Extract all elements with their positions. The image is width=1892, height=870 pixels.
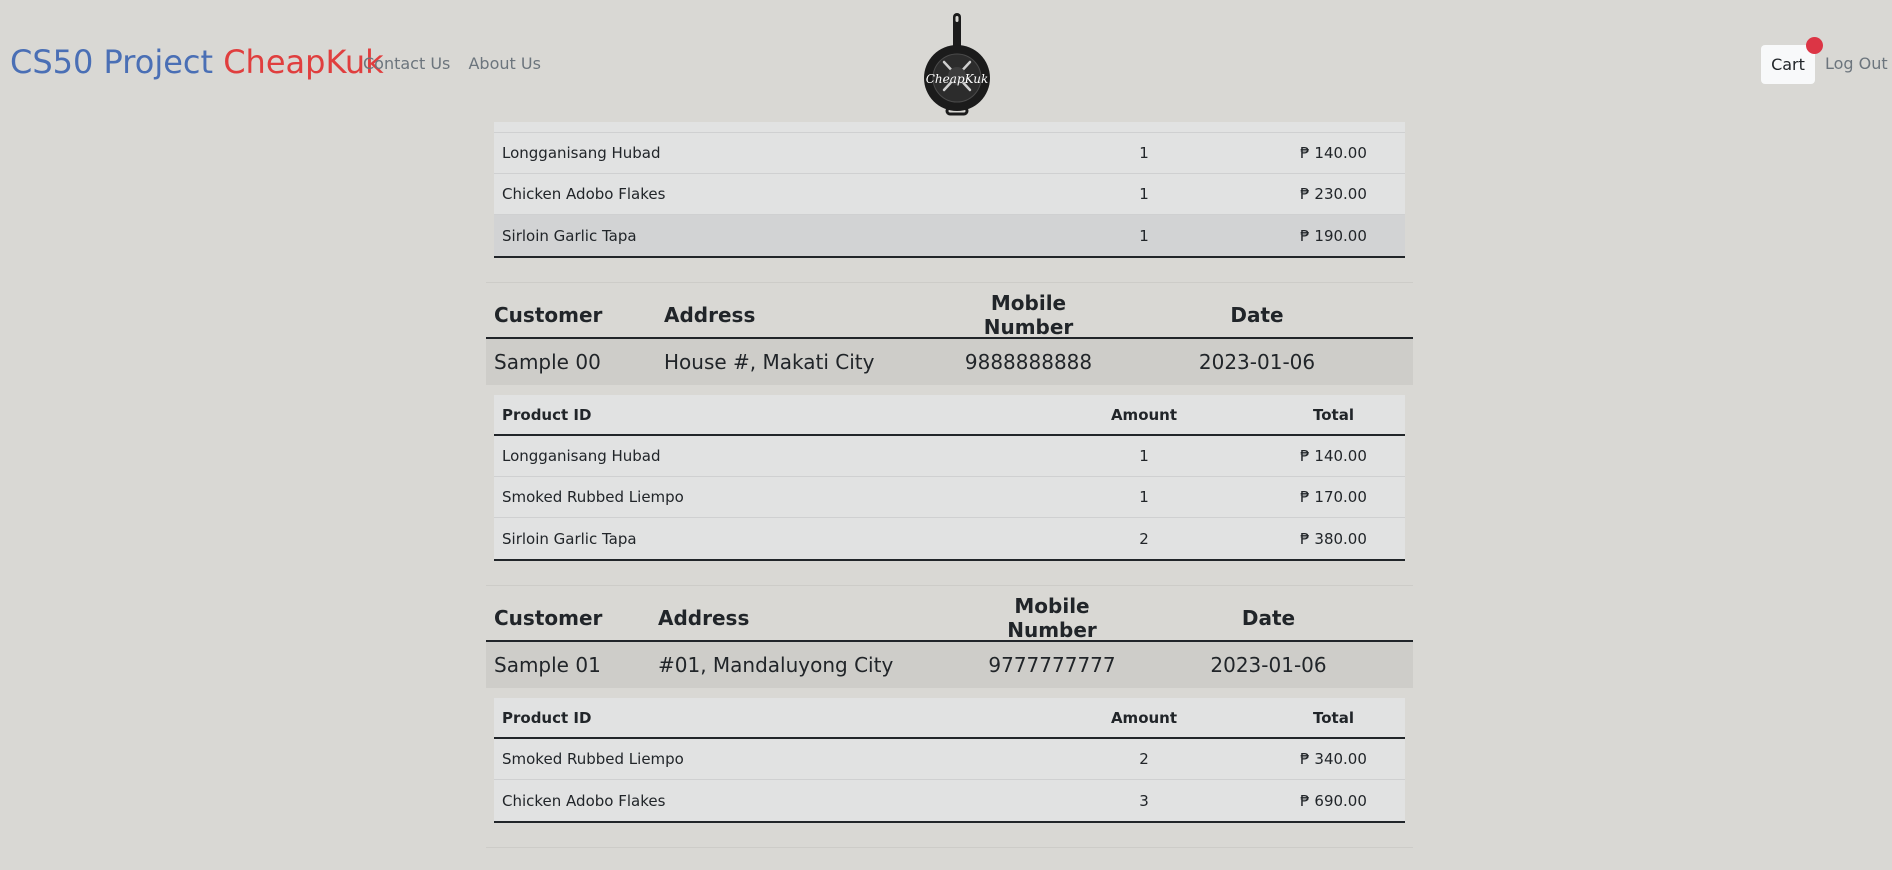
amount-cell: 1 <box>1139 488 1149 506</box>
total-cell: ₱ 140.00 <box>1300 144 1367 162</box>
mobile-cell: 9888888888 <box>964 350 1093 374</box>
mobile-cell: 9777777777 <box>988 653 1116 677</box>
amount-cell: 1 <box>1139 447 1149 465</box>
brand-name: CheapKuk <box>223 43 384 81</box>
total-cell: ₱ 170.00 <box>1300 488 1367 506</box>
table-row: Longganisang Hubad 1 ₱ 140.00 <box>494 133 1405 174</box>
product-cell: Longganisang Hubad <box>502 144 661 162</box>
total-header: Total <box>1313 708 1354 727</box>
address-cell: House #, Makati City <box>664 350 875 374</box>
customer-header: Customer <box>494 606 603 630</box>
amount-header: Amount <box>1110 405 1178 424</box>
table-row-partial <box>494 121 1405 133</box>
date-cell: 2023-01-06 <box>1198 350 1316 374</box>
table-row: Chicken Adobo Flakes 3 ₱ 690.00 <box>494 780 1405 821</box>
date-header: Date <box>1230 303 1284 327</box>
amount-cell: 1 <box>1139 226 1149 245</box>
date-cell: 2023-01-06 <box>1210 653 1327 677</box>
total-cell: ₱ 690.00 <box>1300 791 1367 810</box>
amount-cell: 2 <box>1139 750 1149 768</box>
items-header: Product ID Amount Total <box>494 698 1405 739</box>
items-header: Product ID Amount Total <box>494 395 1405 436</box>
amount-cell: 3 <box>1139 791 1149 810</box>
brand-project: CS50 Project <box>10 43 214 81</box>
orders-list: Longganisang Hubad 1 ₱ 140.00 Chicken Ad… <box>486 121 1413 848</box>
product-id-header: Product ID <box>502 405 592 424</box>
amount-cell: 1 <box>1139 144 1149 162</box>
product-id-header: Product ID <box>502 708 592 727</box>
cheapkuk-logo[interactable]: CheapKuk <box>922 10 992 116</box>
total-cell: ₱ 380.00 <box>1300 529 1367 548</box>
product-cell: Sirloin Garlic Tapa <box>502 226 637 245</box>
total-cell: ₱ 230.00 <box>1300 185 1367 203</box>
customer-cell: Sample 01 <box>494 653 601 677</box>
brand-link[interactable]: CS50 Project CheapKuk <box>10 42 384 82</box>
order-items-table: Longganisang Hubad 1 ₱ 140.00 Chicken Ad… <box>494 121 1405 258</box>
product-cell: Smoked Rubbed Liempo <box>502 750 684 768</box>
order-separator <box>486 847 1413 848</box>
product-cell: Longganisang Hubad <box>502 447 661 465</box>
cart-badge <box>1806 37 1823 54</box>
table-row: Longganisang Hubad 1 ₱ 140.00 <box>494 436 1405 477</box>
date-header: Date <box>1241 606 1296 630</box>
nav-about-link[interactable]: About Us <box>468 54 540 73</box>
product-cell: Chicken Adobo Flakes <box>502 791 666 810</box>
order-header: Customer Address Mobile Number Date <box>486 594 1413 642</box>
mobile-header: Mobile Number <box>1007 594 1097 642</box>
svg-text:CheapKuk: CheapKuk <box>926 72 989 86</box>
table-row: Sirloin Garlic Tapa 2 ₱ 380.00 <box>494 518 1405 559</box>
amount-cell: 1 <box>1139 185 1149 203</box>
address-header: Address <box>664 303 756 327</box>
mobile-header: Mobile Number <box>983 291 1074 339</box>
total-header: Total <box>1313 405 1354 424</box>
amount-header: Amount <box>1110 708 1178 727</box>
logout-link[interactable]: Log Out <box>1825 54 1888 74</box>
nav-contact-link[interactable]: Contact Us <box>363 54 450 73</box>
customer-header: Customer <box>494 303 603 327</box>
product-cell: Sirloin Garlic Tapa <box>502 529 637 548</box>
nav-links: Contact Us About Us <box>363 54 554 74</box>
order-header: Customer Address Mobile Number Date <box>486 291 1413 339</box>
total-cell: ₱ 190.00 <box>1300 226 1367 245</box>
amount-cell: 2 <box>1139 529 1149 548</box>
order-items-table: Product ID Amount Total Longganisang Hub… <box>494 395 1405 561</box>
order-row: Sample 00 House #, Makati City 988888888… <box>486 339 1413 385</box>
total-cell: ₱ 140.00 <box>1300 447 1367 465</box>
product-cell: Chicken Adobo Flakes <box>502 185 666 203</box>
address-cell: #01, Mandaluyong City <box>658 653 894 677</box>
total-cell: ₱ 340.00 <box>1300 750 1367 768</box>
table-row: Chicken Adobo Flakes 1 ₱ 230.00 <box>494 174 1405 215</box>
table-row: Smoked Rubbed Liempo 2 ₱ 340.00 <box>494 739 1405 780</box>
product-cell: Smoked Rubbed Liempo <box>502 488 684 506</box>
navbar: CS50 Project CheapKuk Contact Us About U… <box>0 0 1892 122</box>
order-items-table: Product ID Amount Total Smoked Rubbed Li… <box>494 698 1405 823</box>
order-row: Sample 01 #01, Mandaluyong City 97777777… <box>486 642 1413 688</box>
table-row: Sirloin Garlic Tapa 1 ₱ 190.00 <box>494 215 1405 256</box>
address-header: Address <box>658 606 750 630</box>
table-row: Smoked Rubbed Liempo 1 ₱ 170.00 <box>494 477 1405 518</box>
customer-cell: Sample 00 <box>494 350 601 374</box>
